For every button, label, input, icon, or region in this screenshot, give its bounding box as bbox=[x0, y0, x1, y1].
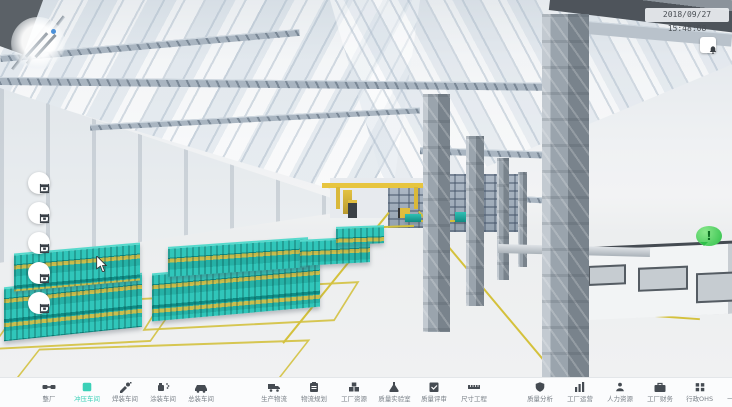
toolbar-item-welding-workshop[interactable]: 焊装车间 bbox=[106, 381, 144, 404]
welding-workshop-icon bbox=[118, 381, 132, 393]
toolbar-item-label: 行政OHS bbox=[687, 394, 714, 403]
robot-arm bbox=[348, 200, 357, 218]
stamping-workshop-icon bbox=[81, 381, 93, 393]
toolbar-item-production-logistics[interactable]: 生产物流 bbox=[254, 381, 294, 404]
steel-column bbox=[423, 94, 450, 332]
toolbar-group-workshops: 整厂 冲压车间 焊装车间 涂装车间 总装车间 bbox=[30, 381, 220, 404]
machine-shortcut-button[interactable] bbox=[28, 292, 50, 314]
toolbar-item-label: 质量分析 bbox=[527, 394, 553, 403]
grid-icon bbox=[694, 381, 706, 393]
ruler-icon bbox=[467, 381, 481, 393]
timestamp: 2018/09/27 15:48:08 bbox=[645, 8, 729, 22]
steel-column bbox=[466, 136, 484, 306]
flask-icon bbox=[387, 381, 401, 393]
toolbar-item-plant-overview[interactable]: 整厂 bbox=[30, 381, 68, 404]
toolbar-item-label: 物流规划 bbox=[301, 394, 327, 403]
person-icon bbox=[614, 381, 626, 393]
toolbar-item-painting-workshop[interactable]: 涂装车间 bbox=[144, 381, 182, 404]
3d-viewport[interactable]: ! 2018/09/27 15:48:08 bbox=[0, 0, 732, 377]
toolbar-item-label: 一般规划 bbox=[727, 394, 732, 403]
gantry-leg bbox=[414, 187, 418, 209]
toolbar-item-label: 整厂 bbox=[43, 394, 56, 403]
clipboard-icon bbox=[307, 381, 321, 393]
shield-icon bbox=[534, 381, 546, 393]
toolbar-item-factory-operations[interactable]: 工厂运营 bbox=[560, 381, 600, 404]
toolbar-item-label: 冲压车间 bbox=[74, 394, 100, 403]
machine-shortcut-list bbox=[28, 172, 52, 322]
compass-widget[interactable] bbox=[11, 17, 65, 71]
bottom-toolbar: 整厂 冲压车间 焊装车间 涂装车间 总装车间 生产物流 bbox=[0, 377, 732, 407]
machine-small bbox=[405, 214, 421, 222]
toolbar-item-general-planning[interactable]: 一般规划 bbox=[720, 381, 732, 404]
toolbar-item-logistics-planning[interactable]: 物流规划 bbox=[294, 381, 334, 404]
toolbar-item-label: 人力资源 bbox=[607, 394, 633, 403]
truck-icon bbox=[267, 381, 281, 393]
toolbar-item-factory-finance[interactable]: 工厂财务 bbox=[640, 381, 680, 404]
toolbar-item-label: 质量评审 bbox=[421, 394, 447, 403]
briefcase-icon bbox=[653, 381, 667, 393]
toolbar-item-label: 总装车间 bbox=[188, 394, 214, 403]
toolbar-item-admin-ohs[interactable]: 行政OHS bbox=[680, 381, 720, 404]
toolbar-item-label: 焊装车间 bbox=[112, 394, 138, 403]
compass-needle-icon bbox=[34, 34, 56, 58]
toolbar-group-operations: 生产物流 物流规划 工厂资源 质量实验室 质量评审 尺寸工程 bbox=[254, 381, 494, 404]
review-doc-icon bbox=[427, 381, 441, 393]
gantry-leg bbox=[336, 187, 340, 209]
boxes-icon bbox=[347, 381, 361, 393]
machine-shortcut-button[interactable] bbox=[28, 232, 50, 254]
toolbar-item-stamping-workshop[interactable]: 冲压车间 bbox=[68, 381, 106, 404]
toolbar-item-assembly-workshop[interactable]: 总装车间 bbox=[182, 381, 220, 404]
digital-factory-app: ! 2018/09/27 15:48:08 整厂 bbox=[0, 0, 732, 407]
toolbar-item-label: 尺寸工程 bbox=[461, 394, 487, 403]
toolbar-item-label: 涂装车间 bbox=[150, 394, 176, 403]
enclosure-window bbox=[696, 271, 732, 303]
enclosure-window bbox=[588, 264, 626, 286]
toolbar-group-management: 质量分析 工厂运营 人力资源 工厂财务 行政OHS 一般规划 bbox=[520, 381, 732, 404]
painting-workshop-icon bbox=[156, 381, 170, 393]
toolbar-item-label: 工厂资源 bbox=[341, 394, 367, 403]
machine-shortcut-button[interactable] bbox=[28, 172, 50, 194]
toolbar-item-label: 工厂财务 bbox=[647, 394, 673, 403]
notification-button[interactable] bbox=[700, 37, 716, 53]
toolbar-item-human-resources[interactable]: 人力资源 bbox=[600, 381, 640, 404]
bar-chart-icon bbox=[573, 381, 587, 393]
enclosure-window bbox=[638, 266, 688, 292]
toolbar-item-quality-review[interactable]: 质量评审 bbox=[414, 381, 454, 404]
machine-shortcut-button[interactable] bbox=[28, 202, 50, 224]
toolbar-item-factory-resources[interactable]: 工厂资源 bbox=[334, 381, 374, 404]
machine-shortcut-button[interactable] bbox=[28, 262, 50, 284]
toolbar-item-label: 质量实验室 bbox=[378, 394, 410, 403]
compass-north-dot bbox=[51, 29, 56, 34]
die-stack[interactable] bbox=[336, 225, 384, 245]
assembly-workshop-icon bbox=[194, 381, 208, 393]
toolbar-item-label: 工厂运营 bbox=[567, 394, 593, 403]
toolbar-item-quality-analysis[interactable]: 质量分析 bbox=[520, 381, 560, 404]
toolbar-item-quality-lab[interactable]: 质量实验室 bbox=[374, 381, 414, 404]
steel-column bbox=[497, 158, 509, 280]
toolbar-item-dimensional-engineering[interactable]: 尺寸工程 bbox=[454, 381, 494, 404]
plant-overview-icon bbox=[42, 381, 56, 393]
toolbar-item-label: 生产物流 bbox=[261, 394, 287, 403]
alert-marker[interactable]: ! bbox=[696, 226, 722, 246]
steel-column-large bbox=[542, 14, 589, 377]
